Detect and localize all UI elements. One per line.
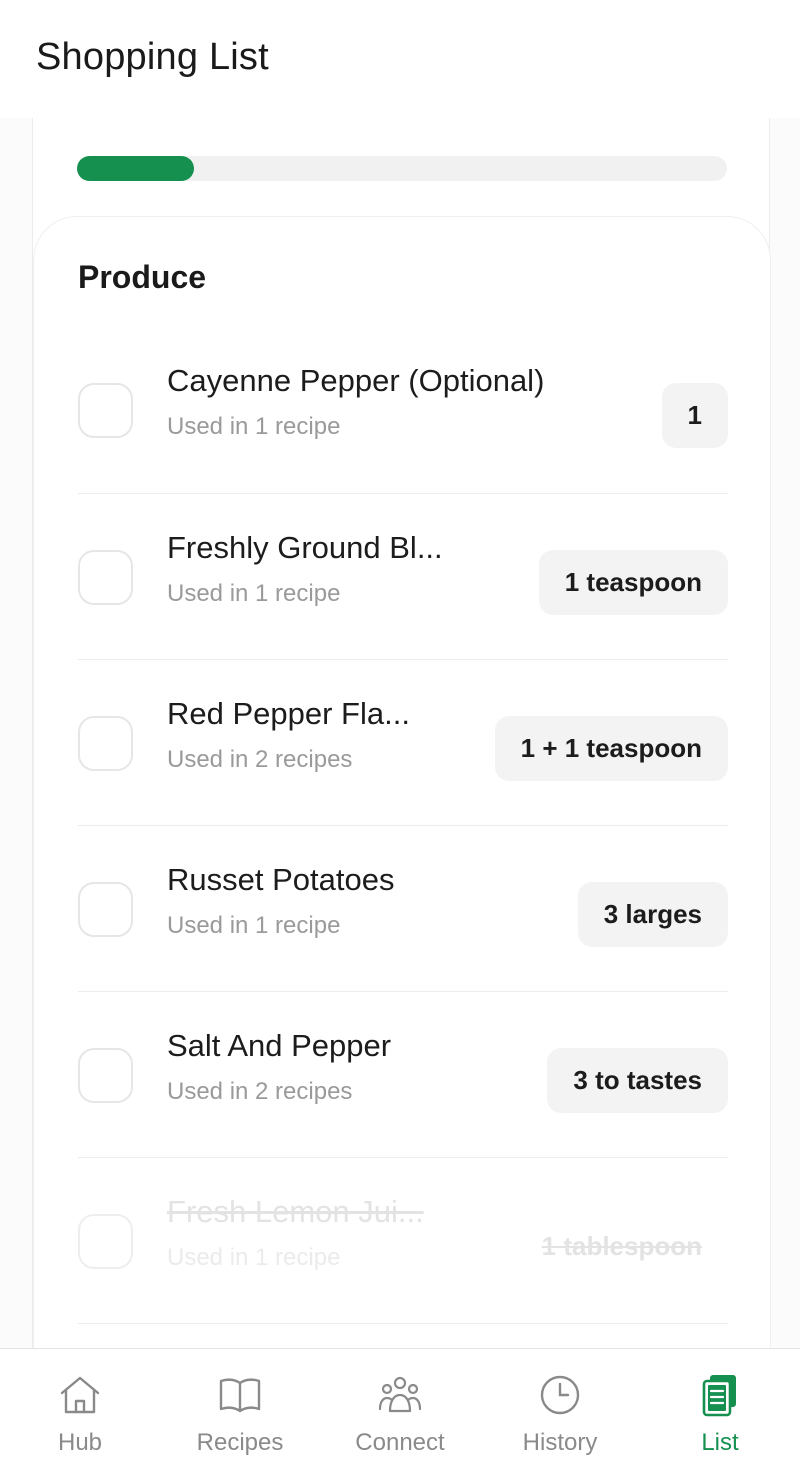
nav-label: Hub: [57, 1429, 103, 1456]
item-checkbox[interactable]: [78, 882, 133, 937]
bottom-nav: Hub Recipes Connect History List: [0, 1348, 800, 1476]
quantity-badge: 1 + 1 teaspoon: [494, 716, 728, 781]
item-checkbox[interactable]: [78, 1214, 133, 1269]
item-name: Freshly Ground Bl...: [167, 530, 443, 565]
list-item[interactable]: Salt And Pepper Used in 2 recipes 3 to t…: [78, 992, 728, 1158]
quantity-badge: 3 larges: [577, 882, 728, 947]
item-usage: Used in 1 recipe: [167, 912, 341, 939]
page-title: Shopping List: [36, 36, 269, 78]
nav-item-connect[interactable]: Connect: [320, 1349, 480, 1476]
item-checkbox[interactable]: [78, 1048, 133, 1103]
item-list: Cayenne Pepper (Optional) Used in 1 reci…: [78, 327, 728, 1324]
book-icon: [219, 1378, 261, 1413]
nav-label: List: [701, 1429, 739, 1456]
nav-item-history[interactable]: History: [480, 1349, 640, 1476]
list-item[interactable]: Russet Potatoes Used in 1 recipe 3 large…: [78, 826, 728, 992]
people-icon: [378, 1376, 422, 1413]
item-checkbox[interactable]: [78, 383, 133, 438]
nav-label: Connect: [355, 1429, 445, 1456]
list-item[interactable]: Fresh Lemon Jui... Used in 1 recipe 1 ta…: [78, 1158, 728, 1324]
item-usage: Used in 2 recipes: [167, 1078, 353, 1105]
quantity-badge: 1: [661, 383, 728, 448]
list-icon: [702, 1375, 736, 1417]
item-checkbox[interactable]: [78, 716, 133, 771]
item-checkbox[interactable]: [78, 550, 133, 605]
quantity-badge: 1 tablespoon: [541, 1231, 702, 1261]
item-name: Salt And Pepper: [167, 1028, 392, 1063]
list-item[interactable]: Freshly Ground Bl... Used in 1 recipe 1 …: [78, 494, 728, 660]
item-usage: Used in 1 recipe: [167, 413, 341, 440]
quantity-badge: 1 teaspoon: [538, 550, 728, 615]
home-icon: [60, 1376, 100, 1414]
list-item[interactable]: Cayenne Pepper (Optional) Used in 1 reci…: [78, 327, 728, 494]
item-usage: Used in 1 recipe: [167, 1244, 341, 1271]
nav-item-recipes[interactable]: Recipes: [160, 1349, 320, 1476]
shopping-list-scroll-area[interactable]: Produce Cayenne Pepper (Optional) Used i…: [0, 118, 800, 1348]
progress-bar-fill: [77, 156, 194, 181]
list-card: Produce Cayenne Pepper (Optional) Used i…: [32, 118, 771, 1348]
item-name: Cayenne Pepper (Optional): [167, 363, 545, 398]
quantity-badge: 3 to tastes: [547, 1048, 728, 1113]
clock-icon: [540, 1375, 580, 1415]
item-usage: Used in 1 recipe: [167, 580, 341, 607]
list-item[interactable]: Red Pepper Fla... Used in 2 recipes 1 + …: [78, 660, 728, 826]
section-title: Produce: [78, 259, 207, 295]
item-name: Russet Potatoes: [167, 862, 395, 897]
section-produce: Produce Cayenne Pepper (Optional) Used i…: [33, 216, 771, 1348]
header: Shopping List: [0, 0, 800, 118]
progress-bar: [77, 156, 727, 181]
nav-label: Recipes: [196, 1429, 284, 1456]
item-usage: Used in 2 recipes: [167, 746, 353, 773]
app-root: Shopping List Produce Cayenne Pepper (Op…: [0, 0, 800, 1476]
nav-item-hub[interactable]: Hub: [0, 1349, 160, 1476]
nav-item-list[interactable]: List: [640, 1349, 800, 1476]
nav-label: History: [522, 1429, 598, 1456]
